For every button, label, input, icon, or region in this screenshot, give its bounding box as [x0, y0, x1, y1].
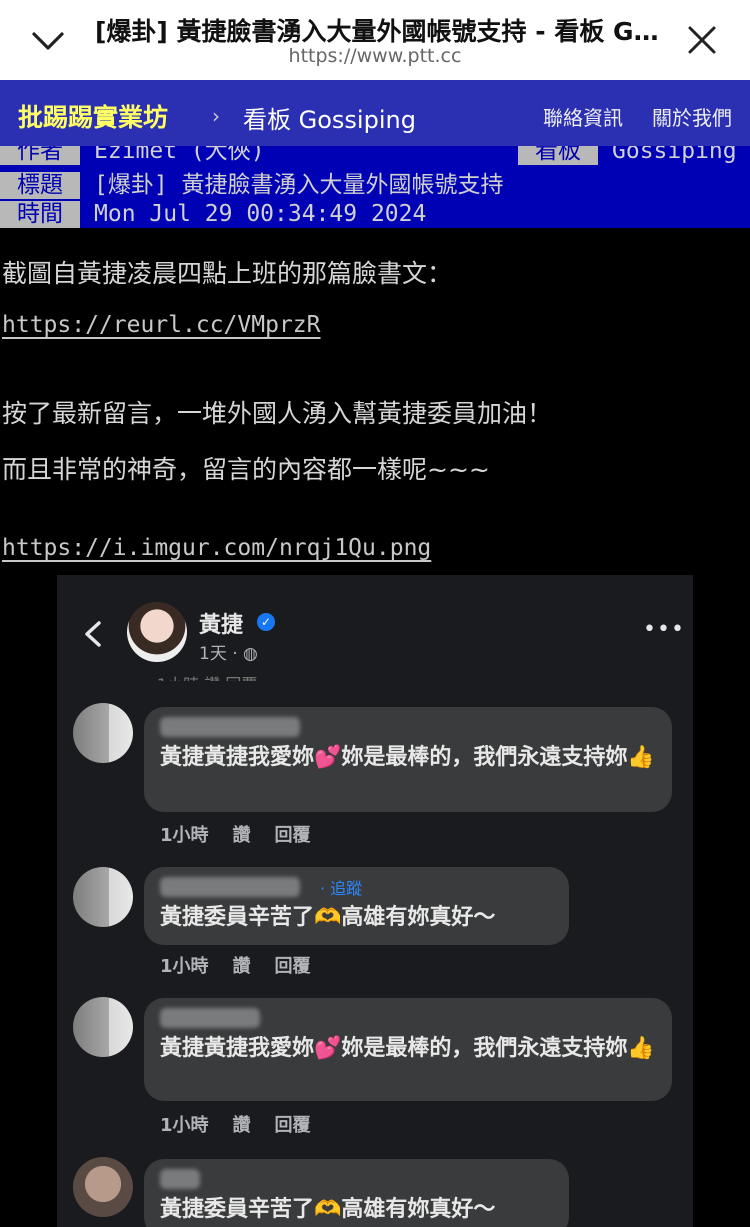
title-label: 標題 [0, 172, 80, 199]
follow-link: · 追蹤 [320, 879, 363, 898]
ptt-nav-bar: 批踢踢實業坊 › 看板 Gossiping 聯絡資訊 關於我們 [0, 80, 750, 146]
cropped-actions: 1小時 讚 回覆 [157, 671, 257, 681]
page-title: [爆卦] 黃捷臉書湧入大量外國帳號支持 - 看板 Gossiping - 批踢踢… [95, 17, 665, 46]
article-text-line: 截圖自黃捷凌晨四點上班的那篇臉書文： [2, 259, 453, 288]
board-link[interactable]: 看板 Gossiping [243, 100, 416, 135]
article-text-line: 按了最新留言，一堆外國人湧入幫黃捷委員加油！ [2, 399, 553, 428]
avatar [73, 703, 133, 763]
browser-chrome: [爆卦] 黃捷臉書湧入大量外國帳號支持 - 看板 Gossiping - 批踢踢… [0, 0, 750, 80]
comment-actions: 1小時 讚 回覆 [160, 821, 335, 847]
comment-actions: 1小時 讚 回覆 [160, 952, 335, 978]
close-icon[interactable] [682, 20, 722, 60]
board-value: Gossiping [612, 146, 737, 164]
comment-time: 1小時 [160, 825, 209, 846]
comment-bubble: 黃捷黃捷我愛妳💕妳是最棒的，我們永遠支持妳👍 [144, 707, 672, 812]
image-link[interactable]: https://i.imgur.com/nrqj1Qu.png [2, 535, 431, 561]
reply-link: 回覆 [274, 1115, 311, 1136]
avatar [73, 867, 133, 927]
back-arrow-icon [85, 621, 101, 647]
contact-link[interactable]: 聯絡資訊 [543, 102, 623, 131]
blurred-username [160, 877, 300, 897]
article-text-line: 而且非常的神奇，留言的內容都一樣呢~~~ [2, 455, 490, 484]
comment-time: 1小時 [160, 1115, 209, 1136]
post-time-text: 1天 · [199, 644, 244, 664]
reply-link: 回覆 [274, 825, 311, 846]
reply-link: 回覆 [274, 956, 311, 977]
time-label: 時間 [0, 201, 80, 228]
time-value: Mon Jul 29 00:34:49 2024 [94, 201, 427, 227]
comment-time: 1小時 [160, 956, 209, 977]
like-link: 讚 [232, 956, 251, 977]
poster-name: 黃捷 [199, 613, 244, 638]
comment-bubble: 黃捷委員辛苦了🫶高雄有妳真好～ [144, 1159, 569, 1227]
comment-text: 黃捷黃捷我愛妳💕妳是最棒的，我們永遠支持妳👍 [160, 1036, 655, 1061]
site-brand-link[interactable]: 批踢踢實業坊 [18, 98, 168, 134]
avatar [73, 997, 133, 1057]
comment-text: 黃捷委員辛苦了🫶高雄有妳真好～ [160, 905, 496, 930]
comment-text: 黃捷黃捷我愛妳💕妳是最棒的，我們永遠支持妳👍 [160, 745, 655, 770]
like-link: 讚 [232, 1115, 251, 1136]
globe-icon: ◍ [243, 644, 258, 664]
like-link: 讚 [232, 825, 251, 846]
verified-badge-icon: ✓ [257, 613, 275, 631]
embedded-screenshot: 黃捷 ✓ 1天 · ◍ ••• 1小時 讚 回覆 黃捷黃捷我愛妳💕妳是最棒的，我… [57, 575, 693, 1227]
article-meta-header: 作者 Ezimet (大俠) 看板 Gossiping 標題 [爆卦] 黃捷臉書… [0, 146, 750, 228]
about-link[interactable]: 關於我們 [652, 102, 732, 131]
avatar [73, 1157, 133, 1217]
blurred-username [160, 1169, 200, 1189]
blurred-username [160, 1008, 260, 1028]
author-value: Ezimet (大俠) [94, 146, 265, 164]
title-value: [爆卦] 黃捷臉書湧入大量外國帳號支持 [94, 172, 504, 198]
more-options-icon: ••• [643, 617, 685, 642]
breadcrumb-separator: › [212, 104, 220, 128]
avatar [127, 602, 187, 662]
comment-bubble: · 追蹤 黃捷委員辛苦了🫶高雄有妳真好～ [144, 867, 569, 945]
comment-actions: 1小時 讚 回覆 [160, 1111, 335, 1137]
article-link[interactable]: https://reurl.cc/VMprzR [2, 312, 321, 338]
blurred-username [160, 717, 300, 737]
comment-bubble: 黃捷黃捷我愛妳💕妳是最棒的，我們永遠支持妳👍 [144, 998, 672, 1101]
author-label: 作者 [0, 146, 80, 165]
board-label: 看板 [518, 146, 598, 165]
comment-text: 黃捷委員辛苦了🫶高雄有妳真好～ [160, 1197, 496, 1222]
page-url[interactable]: https://www.ptt.cc [0, 45, 750, 67]
post-time: 1天 · ◍ [199, 639, 258, 664]
